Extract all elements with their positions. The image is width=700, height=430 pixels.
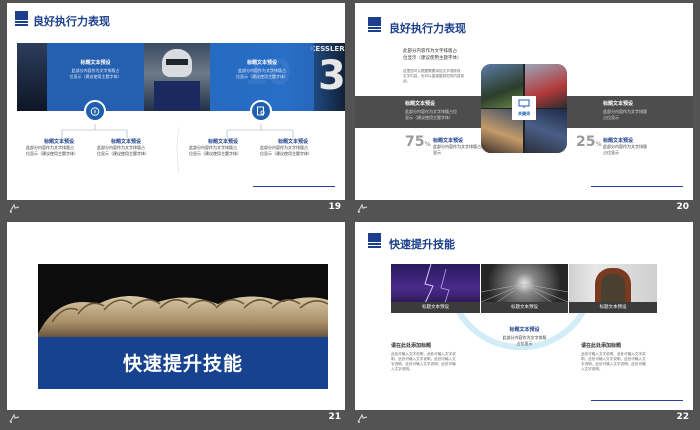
slide-thumbnail-19[interactable]: 良好执行力表现 10 3 KESSLER 标题文本预设 此部分内容作为文字排版占…	[7, 3, 345, 218]
transition-icon[interactable]	[357, 203, 368, 214]
ring-graphic	[452, 302, 590, 351]
thumbnail-bar: 20	[355, 200, 693, 218]
right-stat-title: 标题文本预设	[603, 138, 634, 144]
left-stat-line1: 此部分内容作为文字排版占位	[433, 144, 485, 149]
sub-item-1-line2: 位显示（建议使用主题字体）	[26, 151, 78, 156]
title-banner: 快速提升技能	[38, 337, 328, 389]
thumbnail-bar: 22	[355, 410, 693, 428]
slide-22: 快速提升技能 标题文本预设 标题文本预设 标题文本预设 标题文本预设 此部分内容…	[355, 222, 693, 410]
center-badge: 关键词	[512, 96, 536, 120]
slide-number: 20	[676, 202, 689, 212]
slide-19: 良好执行力表现 10 3 KESSLER 标题文本预设 此部分内容作为文字排版占…	[7, 3, 345, 200]
sub-item-4-line2: 位显示（建议使用主题字体）	[260, 151, 312, 156]
right-line4: 入文字说明。	[581, 367, 603, 371]
band-left-title: 标题文本预设	[405, 101, 436, 107]
band-right-title: 标题文本预设	[603, 101, 634, 107]
slide-21: 快速提升技能	[7, 222, 345, 410]
intro-small-line3: 此。	[403, 79, 411, 83]
footer-line	[591, 186, 683, 187]
slide-thumbnail-21[interactable]: 快速提升技能 21	[7, 222, 345, 428]
sub-item-4-line1: 此部分内容作为文字排版占	[260, 145, 308, 150]
thumbnail-bar: 19	[7, 200, 345, 218]
band-right-line1: 此部分内容作为文字排版	[603, 109, 647, 114]
connector-lines	[61, 124, 294, 174]
band-left-line2: 显示（建议使用主题字体）	[405, 115, 453, 120]
slide-number: 21	[328, 412, 341, 422]
slide-20: 良好执行力表现 此部分内容作为文字排版占 位显示（建议使用主题字体） 这里您可以…	[355, 3, 693, 200]
sub-item-3-line2: 位显示（建议使用主题字体）	[189, 151, 241, 156]
thumbnail-bar: 21	[7, 410, 345, 428]
right-heading: 请在此处添加标题	[581, 343, 622, 349]
footer-line	[591, 400, 683, 401]
sub-item-3-title: 标题文本预设	[208, 139, 239, 145]
slide-number: 22	[676, 412, 689, 422]
right-percent: 25%	[576, 134, 602, 150]
transition-icon[interactable]	[9, 413, 20, 424]
intro-line1: 此部分内容作为文字排版占	[403, 49, 457, 54]
presentation-icon	[518, 99, 530, 108]
center-label: 关键词	[518, 111, 530, 116]
slide-number: 19	[328, 202, 341, 212]
slide-thumbnail-20[interactable]: 良好执行力表现 此部分内容作为文字排版占 位显示（建议使用主题字体） 这里您可以…	[355, 3, 693, 218]
caption-bar-2: 标题文本预设	[481, 302, 568, 313]
left-line4: 入文字说明。	[391, 367, 413, 371]
photo-grid: 关键词	[481, 64, 567, 153]
sub-item-1-title: 标题文本预设	[44, 139, 75, 145]
rope-photo: 快速提升技能	[38, 264, 328, 389]
center-line1: 此部分内容作为文字排版	[502, 335, 547, 340]
intro-line2: 位显示（建议使用主题字体）	[403, 56, 462, 61]
left-heading: 请在此处添加标题	[391, 343, 432, 349]
band-left-line1: 此部分内容作为文字排版占位	[405, 109, 457, 114]
left-stat-line2: 显示	[433, 150, 441, 155]
sub-item-1-line1: 此部分内容作为文字排版占	[26, 145, 74, 150]
banner-title: 快速提升技能	[122, 353, 243, 375]
sub-item-2-title: 标题文本预设	[111, 139, 142, 145]
sub-item-3-line1: 此部分内容作为文字排版占	[189, 145, 237, 150]
left-stat-title: 标题文本预设	[433, 138, 464, 144]
caption-bar-3: 标题文本预设	[569, 302, 657, 313]
right-stat-line1: 此部分内容作为文字排版	[603, 144, 647, 149]
footer-line	[253, 186, 335, 187]
left-percent: 75%	[405, 134, 431, 150]
transition-icon[interactable]	[357, 413, 368, 424]
slide-title: 良好执行力表现	[389, 22, 466, 35]
sub-item-2-line1: 此部分内容作为文字排版占	[97, 145, 145, 150]
right-stat-line2: 占位显示	[603, 150, 619, 155]
transition-icon[interactable]	[9, 203, 20, 214]
sub-item-4-title: 标题文本预设	[278, 139, 309, 145]
caption-bar-1: 标题文本预设	[391, 302, 480, 313]
center-line2: 占位显示	[516, 341, 533, 346]
title-mark-icon	[368, 17, 381, 32]
intro-small-line2: 文字内容，也可以直接复制您的内容到	[403, 74, 465, 78]
rope-graphic	[38, 295, 328, 344]
center-title: 标题文本预设	[509, 327, 540, 333]
band-right-line2: 占位显示	[603, 115, 619, 120]
slide-thumbnail-22[interactable]: 快速提升技能 标题文本预设 标题文本预设 标题文本预设 标题文本预设 此部分内容…	[355, 222, 693, 428]
sub-item-2-line2: 位显示（建议使用主题字体）	[97, 151, 149, 156]
